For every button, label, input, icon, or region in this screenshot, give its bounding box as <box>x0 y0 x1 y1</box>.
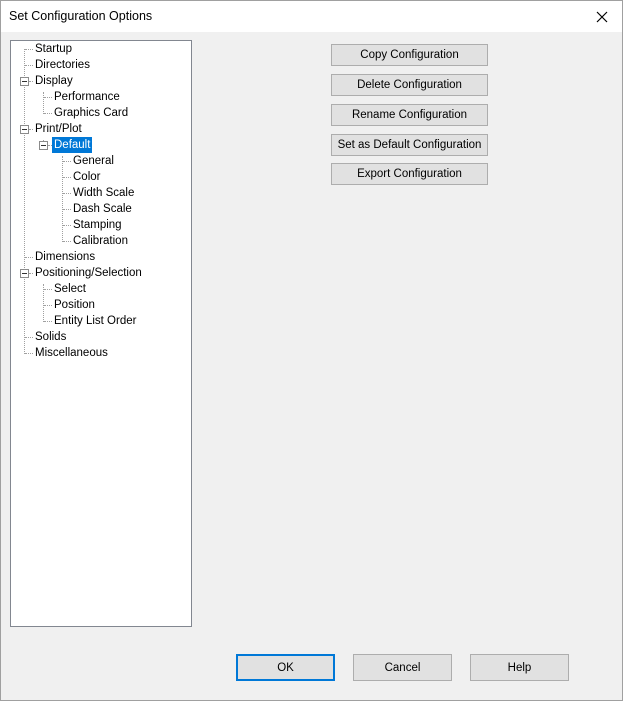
collapse-icon[interactable] <box>20 125 29 134</box>
help-button[interactable]: Help <box>470 654 569 681</box>
tree-item-graphics-card[interactable]: Graphics Card <box>52 105 130 121</box>
tree-item-position[interactable]: Position <box>52 297 97 313</box>
tree-item-startup[interactable]: Startup <box>33 41 74 57</box>
tree-item-color[interactable]: Color <box>71 169 102 185</box>
dialog-window: Set Configuration Options Startup Direct… <box>0 0 623 701</box>
close-icon <box>596 11 608 22</box>
tree-item-miscellaneous[interactable]: Miscellaneous <box>33 345 110 361</box>
tree-item-dimensions[interactable]: Dimensions <box>33 249 97 265</box>
cancel-button[interactable]: Cancel <box>353 654 452 681</box>
close-button[interactable] <box>582 1 622 32</box>
tree-connector <box>24 49 25 354</box>
tree-item-general[interactable]: General <box>71 153 116 169</box>
tree-connector <box>62 156 63 242</box>
tree-item-performance[interactable]: Performance <box>52 89 122 105</box>
ok-button[interactable]: OK <box>236 654 335 681</box>
tree-item-calibration[interactable]: Calibration <box>71 233 130 249</box>
tree-item-positioning-selection[interactable]: Positioning/Selection <box>33 265 144 281</box>
tree-item-select[interactable]: Select <box>52 281 88 297</box>
tree-item-width-scale[interactable]: Width Scale <box>71 185 136 201</box>
tree-item-stamping[interactable]: Stamping <box>71 217 124 233</box>
export-configuration-button[interactable]: Export Configuration <box>331 163 488 185</box>
copy-configuration-button[interactable]: Copy Configuration <box>331 44 488 66</box>
rename-configuration-button[interactable]: Rename Configuration <box>331 104 488 126</box>
delete-configuration-button[interactable]: Delete Configuration <box>331 74 488 96</box>
options-tree[interactable]: Startup Directories Display Performance … <box>10 40 192 627</box>
set-default-configuration-button[interactable]: Set as Default Configuration <box>331 134 488 156</box>
window-title: Set Configuration Options <box>9 9 153 23</box>
tree-connector <box>43 92 44 114</box>
tree-item-dash-scale[interactable]: Dash Scale <box>71 201 134 217</box>
title-bar: Set Configuration Options <box>1 1 622 32</box>
tree-item-print-plot[interactable]: Print/Plot <box>33 121 84 137</box>
collapse-icon[interactable] <box>20 269 29 278</box>
collapse-icon[interactable] <box>20 77 29 86</box>
tree-item-entity-list-order[interactable]: Entity List Order <box>52 313 138 329</box>
tree-item-solids[interactable]: Solids <box>33 329 68 345</box>
tree-item-directories[interactable]: Directories <box>33 57 92 73</box>
collapse-icon[interactable] <box>39 141 48 150</box>
tree-item-default[interactable]: Default <box>52 137 93 153</box>
tree-item-display[interactable]: Display <box>33 73 75 89</box>
